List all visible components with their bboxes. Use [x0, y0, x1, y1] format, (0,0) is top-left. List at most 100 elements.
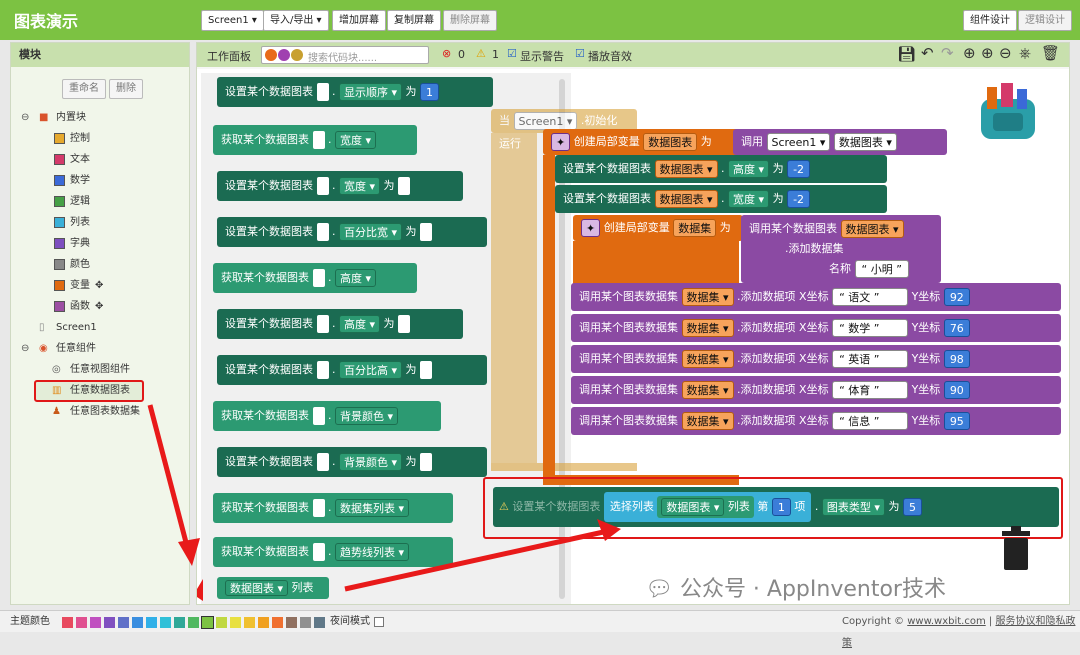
watermark: 💬︎ 公众号 · AppInventor技术: [645, 571, 946, 603]
bottom-bar: 主题颜色 夜间模式 Copyright © www.wxbit.com | 服务…: [0, 610, 1080, 649]
app-title: 图表演示: [14, 12, 79, 31]
blocks-panel-header: 模块: [11, 43, 189, 67]
gear-icon: ✥: [95, 280, 104, 291]
blocks-button[interactable]: 逻辑设计: [1018, 10, 1072, 31]
night-mode-label: 夜间模式: [330, 616, 370, 627]
play-sound-checkbox[interactable]: ☑: [575, 47, 585, 60]
tree-item-procedure[interactable]: 函数 ✥: [11, 296, 191, 317]
theme-swatch[interactable]: [230, 617, 241, 628]
trash-small-icon[interactable]: 🗑︎: [1041, 44, 1060, 62]
top-bar: 图表演示 Screen1 ▾ 导入/导出 ▾ 增加屏幕 复制屏幕 删除屏幕 组件…: [0, 0, 1080, 40]
redo-icon[interactable]: ↷: [941, 44, 954, 62]
tree-label: 任意数据图表: [70, 385, 130, 396]
screen-select[interactable]: Screen1 ▾: [201, 10, 264, 31]
designer-button[interactable]: 组件设计: [963, 10, 1017, 31]
watermark-text: 公众号 · AppInventor技术: [679, 577, 946, 602]
dataset-icon: ♟: [52, 406, 61, 417]
tree-label: 任意组件: [56, 343, 96, 354]
tree-item-list[interactable]: 列表: [11, 212, 191, 233]
theme-swatch[interactable]: [300, 617, 311, 628]
tree-label: 函数: [70, 301, 90, 312]
control-icon: [54, 133, 65, 144]
night-mode-checkbox[interactable]: [374, 617, 384, 627]
screen-icon: ▯: [39, 322, 45, 333]
tree-label: 列表: [70, 217, 90, 228]
import-export-menu[interactable]: 导入/导出 ▾: [263, 10, 329, 31]
warning-icon: ⚠: [476, 47, 486, 60]
color-icon: [54, 259, 65, 270]
copy-screen-button[interactable]: 复制屏幕: [387, 10, 441, 31]
annotation-arrow-left: [147, 404, 200, 566]
search-box[interactable]: 搜索代码块......: [261, 46, 429, 64]
tree-any-chart[interactable]: ▥ 任意数据图表: [11, 380, 191, 402]
tree-any-component[interactable]: ⊖ ◉ 任意组件: [11, 338, 191, 359]
error-count: 0: [458, 48, 465, 61]
undo-icon[interactable]: ↶: [921, 44, 934, 62]
copyright: Copyright © www.wxbit.com | 服务协议和隐私政策: [842, 616, 1076, 649]
rename-button[interactable]: 重命名: [62, 79, 106, 99]
theme-swatch[interactable]: [244, 617, 255, 628]
theme-swatch[interactable]: [146, 617, 157, 628]
tree-item-text[interactable]: 文本: [11, 149, 191, 170]
theme-swatch[interactable]: [216, 617, 227, 628]
theme-swatch[interactable]: [314, 617, 325, 628]
theme-swatch[interactable]: [90, 617, 101, 628]
list-icon: [54, 217, 65, 228]
ring-icon: ◉: [39, 343, 48, 354]
theme-swatch[interactable]: [188, 617, 199, 628]
delete-button[interactable]: 删除: [109, 79, 143, 99]
yellow-dot-icon: [291, 49, 303, 61]
collapse-icon[interactable]: ⊖: [21, 338, 29, 359]
tree-item-logic[interactable]: 逻辑: [11, 191, 191, 212]
theme-swatch[interactable]: [76, 617, 87, 628]
logic-icon: [54, 196, 65, 207]
theme-swatch[interactable]: [160, 617, 171, 628]
delete-screen-button[interactable]: 删除屏幕: [443, 10, 497, 31]
purple-dot-icon: [278, 49, 290, 61]
theme-swatch-selected[interactable]: [201, 616, 214, 629]
tree-item-color[interactable]: 颜色: [11, 254, 191, 275]
variable-icon: [54, 280, 65, 291]
tree-label: Screen1: [56, 322, 97, 333]
zoom-out-icon[interactable]: ⊖: [999, 44, 1012, 62]
theme-swatch[interactable]: [286, 617, 297, 628]
zoom-in-icon[interactable]: ⊕: [981, 44, 994, 62]
error-icon: ⊗: [442, 47, 452, 60]
tree-item-math[interactable]: 数学: [11, 170, 191, 191]
tree-label: 任意视图组件: [70, 364, 130, 375]
eye-icon: ◎: [52, 364, 61, 375]
save-icon[interactable]: 💾︎: [897, 45, 916, 63]
theme-swatch[interactable]: [62, 617, 73, 628]
theme-swatch[interactable]: [174, 617, 185, 628]
show-warning-checkbox[interactable]: ☑: [507, 47, 517, 60]
site-link[interactable]: www.wxbit.com: [907, 616, 985, 627]
tree-item-control[interactable]: 控制: [11, 128, 191, 149]
workspace-header: 工作面板 搜索代码块...... ⊗ 0 ⚠ 1 ☑ 显示警告 ☑ 播放音效 💾…: [197, 43, 1069, 67]
play-sound-label: 播放音效: [588, 50, 632, 63]
tree-builtin[interactable]: ⊖ ■ 内置块: [11, 107, 191, 128]
collapse-icon[interactable]: ⊖: [21, 107, 29, 128]
theme-swatch[interactable]: [272, 617, 283, 628]
robot-icon[interactable]: ⎈: [1019, 44, 1031, 62]
tree-label: 内置块: [56, 112, 86, 123]
copyright-text: Copyright ©: [842, 616, 908, 627]
add-screen-button[interactable]: 增加屏幕: [332, 10, 386, 31]
theme-swatch[interactable]: [118, 617, 129, 628]
wechat-icon: 💬︎: [645, 577, 673, 602]
math-icon: [54, 175, 65, 186]
theme-swatch[interactable]: [258, 617, 269, 628]
theme-swatch[interactable]: [132, 617, 143, 628]
puzzle-icon: ■: [39, 112, 49, 123]
tree-any-view[interactable]: ◎ 任意视图组件: [11, 359, 191, 380]
tree-item-variable[interactable]: 变量 ✥: [11, 275, 191, 296]
theme-label: 主题颜色: [10, 616, 50, 627]
warning-count: 1: [492, 48, 499, 61]
show-warning-label: 显示警告: [520, 50, 564, 63]
tree-screen1[interactable]: ▯ Screen1: [11, 317, 191, 338]
theme-swatch[interactable]: [104, 617, 115, 628]
orange-dot-icon: [265, 49, 277, 61]
tree-item-dict[interactable]: 字典: [11, 233, 191, 254]
target-icon[interactable]: ⊕: [963, 44, 976, 62]
text-icon: [54, 154, 65, 165]
blocks-canvas[interactable]: 设置某个数据图表 . 显示顺序 ▾ 为 1 获取某个数据图表 . 宽度 ▾ 设置…: [197, 69, 1069, 604]
